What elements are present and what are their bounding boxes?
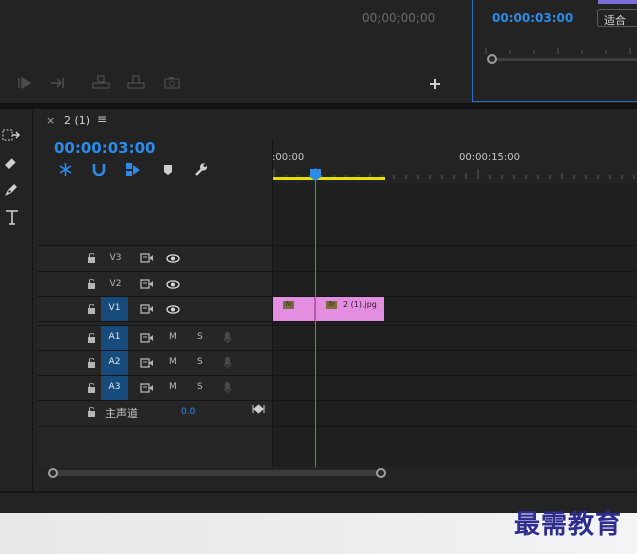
- program-monitor-top-accent: [598, 0, 637, 4]
- lock-icon[interactable]: [87, 304, 96, 314]
- scrollbar-right-handle[interactable]: [376, 468, 386, 478]
- razor-tool-icon[interactable]: [3, 155, 19, 171]
- track-label-a3[interactable]: A3: [101, 376, 128, 400]
- track-select-tool-icon[interactable]: [2, 127, 20, 143]
- timeline-tab-close[interactable]: ×: [46, 114, 55, 127]
- track-label-a2[interactable]: A2: [101, 351, 128, 375]
- timeline-tab-label[interactable]: 2 (1): [64, 114, 90, 127]
- add-button-icon[interactable]: [429, 78, 441, 90]
- voiceover-mic-icon[interactable]: [223, 331, 232, 344]
- playhead-line: [315, 168, 316, 467]
- ruler-label-start: :00:00: [272, 152, 305, 163]
- solo-button[interactable]: S: [197, 382, 203, 392]
- lock-icon[interactable]: [87, 333, 96, 343]
- clip-v1-first[interactable]: fx: [273, 297, 315, 321]
- lock-icon[interactable]: [87, 253, 96, 263]
- master-track-label: 主声道: [105, 407, 138, 420]
- pen-tool-icon[interactable]: [3, 182, 19, 198]
- lock-icon[interactable]: [87, 383, 96, 393]
- type-tool-icon[interactable]: [4, 209, 20, 226]
- overwrite-icon[interactable]: [127, 75, 145, 89]
- voiceover-mic-icon[interactable]: [223, 381, 232, 394]
- lock-icon[interactable]: [87, 407, 96, 417]
- program-zoom-scrollbar[interactable]: [487, 54, 637, 64]
- solo-button[interactable]: S: [197, 332, 203, 342]
- work-area-bar[interactable]: [273, 177, 385, 180]
- clip-v1-jpg[interactable]: fx 2 (1).jpg: [316, 297, 384, 321]
- ruler-label-15s: 00:00:15:00: [459, 152, 521, 163]
- export-frame-icon[interactable]: [164, 76, 180, 89]
- toggle-output-eye-icon[interactable]: [166, 280, 180, 289]
- playhead-handle[interactable]: [310, 166, 321, 185]
- master-volume-value[interactable]: 0.0: [181, 407, 195, 417]
- sync-lock-icon[interactable]: [140, 333, 154, 343]
- insert-icon[interactable]: [92, 75, 110, 89]
- clip-name: 2 (1).jpg: [343, 300, 377, 309]
- linked-selection-icon[interactable]: [125, 162, 141, 177]
- sync-lock-icon[interactable]: [140, 279, 154, 289]
- watermark-text: 最需教育: [514, 510, 623, 540]
- mute-button[interactable]: M: [169, 382, 177, 392]
- track-label-v1[interactable]: V1: [101, 297, 128, 321]
- nest-toggle-icon[interactable]: [58, 162, 73, 177]
- voiceover-mic-icon[interactable]: [223, 356, 232, 369]
- go-to-in-out-icon[interactable]: [252, 404, 265, 414]
- program-monitor-timecode: 00:00:03:00: [492, 11, 574, 25]
- source-monitor-timecode: 00;00;00;00: [362, 11, 436, 25]
- program-ruler: [484, 40, 637, 54]
- sync-lock-icon[interactable]: [140, 253, 154, 263]
- toggle-output-eye-icon[interactable]: [166, 254, 180, 263]
- sync-lock-icon[interactable]: [140, 383, 154, 393]
- mute-button[interactable]: M: [169, 357, 177, 367]
- timeline-zoom-scrollbar[interactable]: [48, 467, 388, 479]
- lock-icon[interactable]: [87, 279, 96, 289]
- sync-lock-icon[interactable]: [140, 304, 154, 314]
- mute-button[interactable]: M: [169, 332, 177, 342]
- timeline-settings-wrench-icon[interactable]: [193, 162, 208, 177]
- scrollbar-left-handle[interactable]: [48, 468, 58, 478]
- go-to-out-icon[interactable]: [50, 77, 66, 89]
- mark-in-icon[interactable]: [18, 77, 32, 89]
- premiere-workspace: 00;00;00;00 00:00:03:00 适合 × 2 (1) ≡ 00:…: [0, 0, 637, 554]
- lock-icon[interactable]: [87, 358, 96, 368]
- track-label-v3[interactable]: V3: [102, 253, 129, 267]
- fx-badge: fx: [283, 301, 294, 309]
- track-label-a1[interactable]: A1: [101, 326, 128, 350]
- timeline-panel-menu-icon[interactable]: ≡: [97, 112, 107, 126]
- sync-lock-icon[interactable]: [140, 358, 154, 368]
- toggle-output-eye-icon[interactable]: [166, 305, 180, 314]
- fx-badge: fx: [326, 301, 337, 309]
- snap-icon[interactable]: [92, 163, 106, 176]
- solo-button[interactable]: S: [197, 357, 203, 367]
- timeline-timecode[interactable]: 00:00:03:00: [54, 139, 156, 157]
- fit-dropdown[interactable]: 适合: [597, 9, 637, 27]
- track-label-v2[interactable]: V2: [102, 279, 129, 293]
- add-marker-icon[interactable]: [163, 164, 173, 176]
